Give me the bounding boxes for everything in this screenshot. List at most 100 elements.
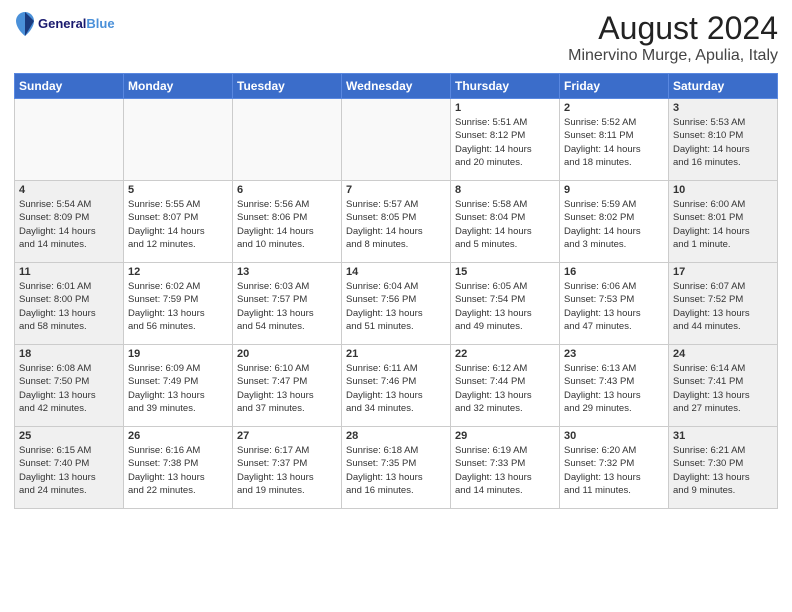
day-info: Sunrise: 5:52 AM Sunset: 8:11 PM Dayligh…: [564, 116, 664, 169]
table-row: 29 Sunrise: 6:19 AM Sunset: 7:33 PM Dayli…: [451, 427, 560, 509]
col-tuesday: Tuesday: [233, 74, 342, 99]
day-info: Sunrise: 6:05 AM Sunset: 7:54 PM Dayligh…: [455, 280, 555, 333]
table-row: 31Sunrise: 6:21 AM Sunset: 7:30 PM Dayli…: [669, 427, 778, 509]
day-number: 1: [455, 102, 555, 114]
day-info: Sunrise: 6:18 AM Sunset: 7:35 PM Dayligh…: [346, 444, 446, 497]
table-row: 18 Sunrise: 6:08 AM Sunset: 7:50 PM Dayli…: [15, 345, 124, 427]
day-info: Sunrise: 6:03 AM Sunset: 7:57 PM Dayligh…: [237, 280, 337, 333]
day-number: 31: [673, 430, 773, 442]
day-number: 11: [19, 266, 119, 278]
day-number: 21: [346, 348, 446, 360]
day-info: Sunrise: 6:09 AM Sunset: 7:49 PM Dayligh…: [128, 362, 228, 415]
table-row: 14 Sunrise: 6:04 AM Sunset: 7:56 PM Dayli…: [342, 263, 451, 345]
day-number: 12: [128, 266, 228, 278]
day-number: 20: [237, 348, 337, 360]
day-info: Sunrise: 5:51 AM Sunset: 8:12 PM Dayligh…: [455, 116, 555, 169]
table-row: [342, 99, 451, 181]
page: GeneralBlue August 2024 Minervino Murge,…: [0, 0, 792, 612]
table-row: 11 Sunrise: 6:01 AM Sunset: 8:00 PM Dayli…: [15, 263, 124, 345]
day-info: Sunrise: 6:19 AM Sunset: 7:33 PM Dayligh…: [455, 444, 555, 497]
table-row: 7 Sunrise: 5:57 AM Sunset: 8:05 PM Daylig…: [342, 181, 451, 263]
day-number: 18: [19, 348, 119, 360]
calendar-week-row: 25 Sunrise: 6:15 AM Sunset: 7:40 PM Dayli…: [15, 427, 778, 509]
calendar-header-row: Sunday Monday Tuesday Wednesday Thursday…: [15, 74, 778, 99]
table-row: 21 Sunrise: 6:11 AM Sunset: 7:46 PM Dayli…: [342, 345, 451, 427]
table-row: 4 Sunrise: 5:54 AM Sunset: 8:09 PM Daylig…: [15, 181, 124, 263]
day-number: 19: [128, 348, 228, 360]
day-info: Sunrise: 6:00 AM Sunset: 8:01 PM Dayligh…: [673, 198, 773, 251]
calendar-week-row: 11 Sunrise: 6:01 AM Sunset: 8:00 PM Dayli…: [15, 263, 778, 345]
day-number: 5: [128, 184, 228, 196]
table-row: [124, 99, 233, 181]
calendar: Sunday Monday Tuesday Wednesday Thursday…: [14, 73, 778, 509]
day-info: Sunrise: 6:12 AM Sunset: 7:44 PM Dayligh…: [455, 362, 555, 415]
day-info: Sunrise: 5:59 AM Sunset: 8:02 PM Dayligh…: [564, 198, 664, 251]
table-row: 27 Sunrise: 6:17 AM Sunset: 7:37 PM Dayli…: [233, 427, 342, 509]
table-row: 16Sunrise: 6:06 AM Sunset: 7:53 PM Dayli…: [560, 263, 669, 345]
day-info: Sunrise: 6:08 AM Sunset: 7:50 PM Dayligh…: [19, 362, 119, 415]
day-info: Sunrise: 6:14 AM Sunset: 7:41 PM Dayligh…: [673, 362, 773, 415]
table-row: 17Sunrise: 6:07 AM Sunset: 7:52 PM Dayli…: [669, 263, 778, 345]
day-number: 29: [455, 430, 555, 442]
day-number: 2: [564, 102, 664, 114]
logo: GeneralBlue: [14, 10, 115, 38]
table-row: 12 Sunrise: 6:02 AM Sunset: 7:59 PM Dayli…: [124, 263, 233, 345]
col-wednesday: Wednesday: [342, 74, 451, 99]
day-info: Sunrise: 5:58 AM Sunset: 8:04 PM Dayligh…: [455, 198, 555, 251]
table-row: 15 Sunrise: 6:05 AM Sunset: 7:54 PM Dayli…: [451, 263, 560, 345]
day-number: 14: [346, 266, 446, 278]
col-monday: Monday: [124, 74, 233, 99]
day-info: Sunrise: 5:55 AM Sunset: 8:07 PM Dayligh…: [128, 198, 228, 251]
col-sunday: Sunday: [15, 74, 124, 99]
day-info: Sunrise: 6:01 AM Sunset: 8:00 PM Dayligh…: [19, 280, 119, 333]
table-row: 5 Sunrise: 5:55 AM Sunset: 8:07 PM Daylig…: [124, 181, 233, 263]
day-info: Sunrise: 6:17 AM Sunset: 7:37 PM Dayligh…: [237, 444, 337, 497]
day-number: 25: [19, 430, 119, 442]
day-number: 30: [564, 430, 664, 442]
header: GeneralBlue August 2024 Minervino Murge,…: [14, 10, 778, 65]
table-row: 22Sunrise: 6:12 AM Sunset: 7:44 PM Dayli…: [451, 345, 560, 427]
day-number: 23: [564, 348, 664, 360]
day-info: Sunrise: 5:57 AM Sunset: 8:05 PM Dayligh…: [346, 198, 446, 251]
day-info: Sunrise: 6:07 AM Sunset: 7:52 PM Dayligh…: [673, 280, 773, 333]
table-row: 10 Sunrise: 6:00 AM Sunset: 8:01 PM Dayli…: [669, 181, 778, 263]
day-number: 10: [673, 184, 773, 196]
day-number: 24: [673, 348, 773, 360]
day-info: Sunrise: 6:02 AM Sunset: 7:59 PM Dayligh…: [128, 280, 228, 333]
table-row: 20 Sunrise: 6:10 AM Sunset: 7:47 PM Dayli…: [233, 345, 342, 427]
calendar-week-row: 18 Sunrise: 6:08 AM Sunset: 7:50 PM Dayli…: [15, 345, 778, 427]
table-row: 28Sunrise: 6:18 AM Sunset: 7:35 PM Dayli…: [342, 427, 451, 509]
day-info: Sunrise: 6:20 AM Sunset: 7:32 PM Dayligh…: [564, 444, 664, 497]
table-row: 25 Sunrise: 6:15 AM Sunset: 7:40 PM Dayli…: [15, 427, 124, 509]
main-title: August 2024: [568, 10, 778, 47]
table-row: 9Sunrise: 5:59 AM Sunset: 8:02 PM Daylig…: [560, 181, 669, 263]
table-row: 30 Sunrise: 6:20 AM Sunset: 7:32 PM Dayli…: [560, 427, 669, 509]
day-info: Sunrise: 6:04 AM Sunset: 7:56 PM Dayligh…: [346, 280, 446, 333]
day-number: 4: [19, 184, 119, 196]
day-info: Sunrise: 5:54 AM Sunset: 8:09 PM Dayligh…: [19, 198, 119, 251]
day-info: Sunrise: 6:15 AM Sunset: 7:40 PM Dayligh…: [19, 444, 119, 497]
logo-icon: [14, 10, 36, 38]
calendar-week-row: 1 Sunrise: 5:51 AM Sunset: 8:12 PM Daylig…: [15, 99, 778, 181]
day-info: Sunrise: 6:06 AM Sunset: 7:53 PM Dayligh…: [564, 280, 664, 333]
day-number: 26: [128, 430, 228, 442]
table-row: [233, 99, 342, 181]
day-info: Sunrise: 6:13 AM Sunset: 7:43 PM Dayligh…: [564, 362, 664, 415]
day-info: Sunrise: 6:11 AM Sunset: 7:46 PM Dayligh…: [346, 362, 446, 415]
sub-title: Minervino Murge, Apulia, Italy: [568, 47, 778, 65]
table-row: 24 Sunrise: 6:14 AM Sunset: 7:41 PM Dayli…: [669, 345, 778, 427]
table-row: 19 Sunrise: 6:09 AM Sunset: 7:49 PM Dayli…: [124, 345, 233, 427]
day-info: Sunrise: 6:16 AM Sunset: 7:38 PM Dayligh…: [128, 444, 228, 497]
table-row: 13Sunrise: 6:03 AM Sunset: 7:57 PM Dayli…: [233, 263, 342, 345]
table-row: 1 Sunrise: 5:51 AM Sunset: 8:12 PM Daylig…: [451, 99, 560, 181]
day-number: 7: [346, 184, 446, 196]
table-row: 2 Sunrise: 5:52 AM Sunset: 8:11 PM Daylig…: [560, 99, 669, 181]
day-number: 27: [237, 430, 337, 442]
logo-text: GeneralBlue: [38, 17, 115, 31]
day-number: 3: [673, 102, 773, 114]
col-saturday: Saturday: [669, 74, 778, 99]
day-number: 15: [455, 266, 555, 278]
table-row: 3Sunrise: 5:53 AM Sunset: 8:10 PM Daylig…: [669, 99, 778, 181]
day-number: 6: [237, 184, 337, 196]
day-info: Sunrise: 6:10 AM Sunset: 7:47 PM Dayligh…: [237, 362, 337, 415]
